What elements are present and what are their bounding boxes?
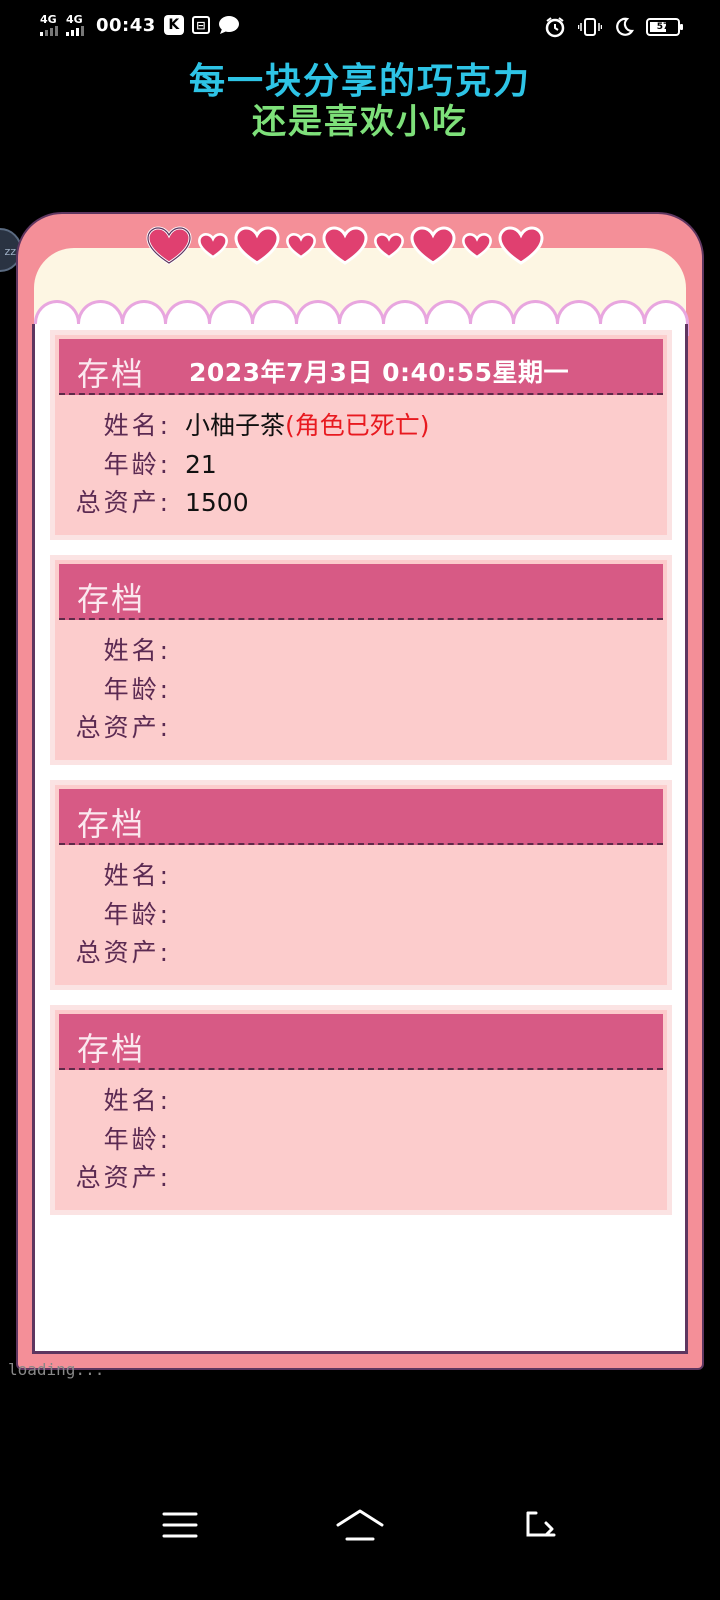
heart-icon	[374, 233, 404, 259]
loading-text: loading...	[8, 1360, 105, 1379]
heart-icon	[498, 226, 544, 265]
heart-icon	[146, 226, 192, 265]
assets-label: 总资产:	[75, 1163, 171, 1192]
name-value: 小柚子茶(角色已死亡)	[185, 409, 430, 443]
save-slot-header: 存档	[59, 789, 663, 845]
save-slot-datetime: 2023年7月3日 0:40:55星期一	[189, 358, 570, 387]
name-label: 姓名:	[103, 411, 171, 440]
k-app-icon: K	[163, 15, 184, 35]
heart-icon	[322, 226, 368, 265]
save-slot-title: 存档	[77, 805, 146, 843]
signal-bars-icon	[66, 26, 84, 36]
assets-label: 总资产:	[75, 713, 171, 742]
menu-button[interactable]	[140, 1490, 220, 1560]
battery-icon: 57	[646, 18, 683, 36]
signal-indicator-1: 4G	[40, 14, 58, 36]
alarm-icon	[544, 16, 566, 38]
do-not-disturb-moon-icon	[614, 17, 634, 37]
menu-icon	[162, 1512, 198, 1538]
network-type: 4G	[66, 13, 83, 26]
system-navigation-bar	[0, 1490, 720, 1560]
signal-indicator-2: 4G	[66, 14, 84, 36]
heart-decoration-row	[146, 226, 544, 266]
heart-icon	[234, 226, 280, 265]
save-slot-header: 存档	[59, 1014, 663, 1070]
home-button[interactable]	[320, 1490, 400, 1560]
vibrate-icon	[578, 17, 602, 37]
clock: 00:43	[96, 14, 156, 36]
back-button[interactable]	[500, 1490, 580, 1560]
save-slot-title: 存档	[77, 1030, 146, 1068]
notification-app-icon: ⊟	[191, 16, 210, 34]
age-label: 年龄:	[103, 450, 171, 479]
save-slot-3[interactable]: 存档 姓名: 年龄: 总资产:	[50, 780, 672, 990]
age-label: 年龄:	[103, 1125, 171, 1154]
age-value: 21	[185, 450, 217, 479]
save-slot-1[interactable]: 存档 2023年7月3日 0:40:55星期一 姓名: 小柚子茶(角色已死亡) …	[50, 330, 672, 540]
name-label: 姓名:	[103, 861, 171, 890]
banner-title-line2: 还是喜欢小吃	[252, 102, 468, 142]
save-slot-header: 存档 2023年7月3日 0:40:55星期一	[59, 339, 663, 395]
heart-icon	[410, 226, 456, 265]
message-icon	[218, 15, 240, 35]
network-type: 4G	[40, 13, 57, 26]
save-slot-4[interactable]: 存档 姓名: 年龄: 总资产:	[50, 1005, 672, 1215]
heart-icon	[462, 233, 492, 259]
home-icon	[336, 1509, 384, 1541]
character-dead-status: (角色已死亡)	[285, 411, 430, 440]
assets-value: 1500	[185, 488, 249, 517]
heart-icon	[198, 233, 228, 259]
name-label: 姓名:	[103, 636, 171, 665]
back-icon	[526, 1511, 556, 1537]
save-slot-2[interactable]: 存档 姓名: 年龄: 总资产:	[50, 555, 672, 765]
character-name: 小柚子茶	[185, 411, 286, 440]
save-slot-header: 存档	[59, 564, 663, 620]
signal-bars-icon	[40, 26, 58, 36]
name-label: 姓名:	[103, 1086, 171, 1115]
age-label: 年龄:	[103, 900, 171, 929]
save-slot-title: 存档	[77, 580, 146, 618]
battery-level: 57	[656, 22, 670, 32]
heart-icon	[286, 233, 316, 259]
assets-label: 总资产:	[75, 488, 171, 517]
age-label: 年龄:	[103, 675, 171, 704]
assets-label: 总资产:	[75, 938, 171, 967]
save-slot-title: 存档	[77, 355, 146, 393]
status-bar: 4G 4G 00:43 K ⊟ 57	[0, 0, 720, 56]
